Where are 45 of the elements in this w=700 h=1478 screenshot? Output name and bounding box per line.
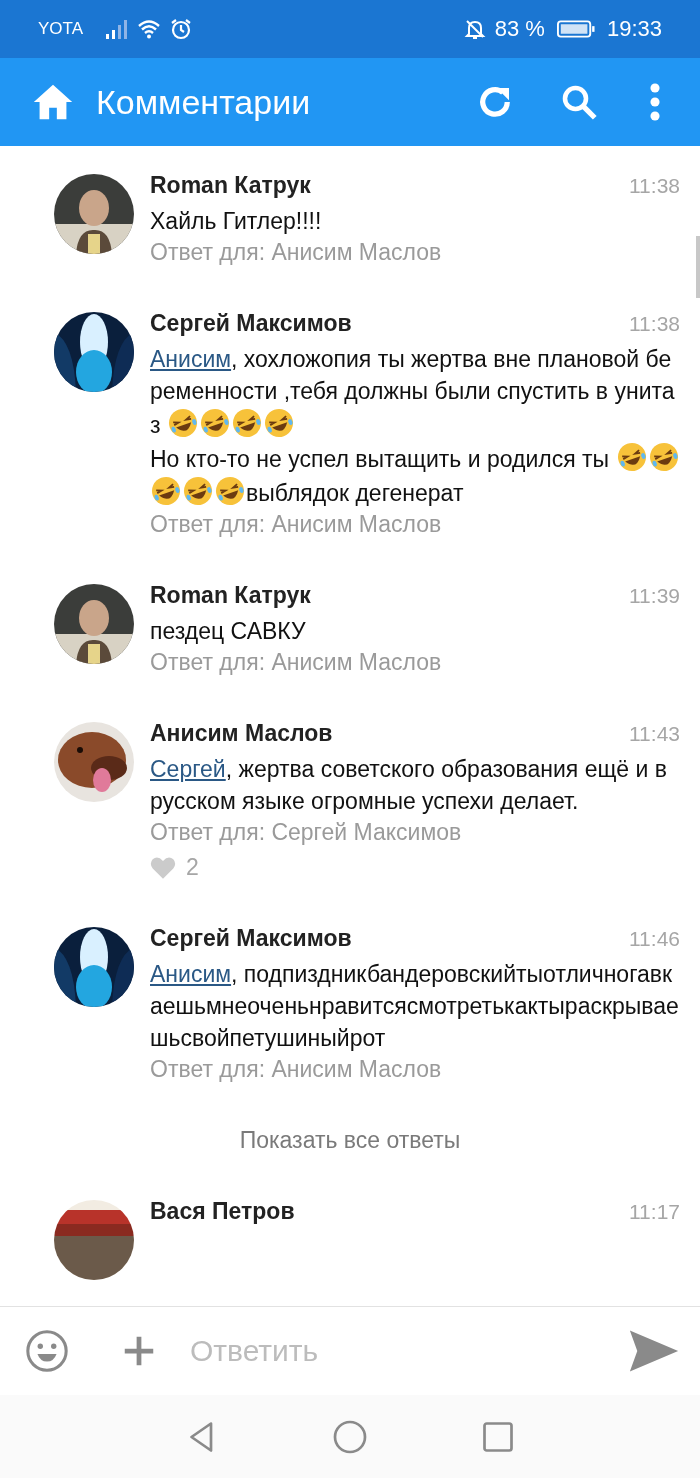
mention-link[interactable]: Анисим: [150, 961, 232, 987]
clock: 19:33: [606, 16, 662, 42]
scroll-bar: [696, 236, 700, 298]
battery-percent: 83 %: [494, 16, 545, 42]
comment-text: Хайль Гитлер!!!!: [150, 207, 323, 236]
comment-text: Анисим, подпиздникбандеровскийтыотличногавкаешьмнеоченьнравитсясмотретькактыраскрываешьсвойпетушиныйрот: [150, 960, 680, 1053]
laughing-face-icon: [262, 407, 295, 439]
author-name[interactable]: Сергей Максимов: [150, 310, 352, 337]
comment-time: 11:38: [629, 312, 680, 336]
laughing-face-icon: [198, 407, 231, 439]
comment-time: 11:39: [629, 584, 680, 608]
show-all-replies-link[interactable]: Показать все ответы: [239, 1127, 461, 1153]
like-count: 2: [186, 854, 199, 881]
laughing-face-icon: [182, 475, 214, 507]
mention-link[interactable]: Сергей: [150, 756, 226, 782]
comment-time: 11:17: [629, 1200, 680, 1224]
send-icon[interactable]: [628, 1328, 680, 1374]
laughing-face-icon: [214, 475, 246, 507]
author-name[interactable]: Сергей Максимов: [150, 925, 352, 952]
battery-icon: [556, 19, 595, 39]
signal-icon: [105, 18, 130, 40]
mention-link[interactable]: Анисим: [150, 346, 232, 372]
comment-text: Анисим, хохложопия ты жертва вне плановой беременности ,тебя должны были спустить в унитаз Но кто-то не успел вытащить и родился ты выблядок дегенерат: [150, 343, 680, 509]
author-name[interactable]: Roman Катрук: [150, 582, 311, 609]
wifi-icon: [137, 18, 162, 40]
comment-text: пездец САВКУ: [150, 617, 307, 646]
laughing-face-icon: [166, 407, 199, 439]
author-name[interactable]: Вася Петров: [150, 1198, 295, 1225]
author-name[interactable]: Анисим Маслов: [150, 720, 333, 747]
comment-time: 11:43: [629, 722, 680, 746]
laughing-face-icon: [230, 407, 263, 439]
smiley-icon[interactable]: [24, 1328, 70, 1374]
muted-bell-icon: [462, 18, 487, 40]
comment-text: Сергей, жертва советского образования ещё и в русском языке огромные успехи делает.: [150, 755, 668, 816]
screen-title: Комментарии: [96, 82, 311, 122]
comment-time: 11:38: [629, 174, 680, 198]
laughing-face-icon: [647, 441, 680, 473]
carrier-name: YOTA: [38, 19, 84, 39]
comment-time: 11:46: [629, 927, 680, 951]
laughing-face-icon: [615, 441, 648, 473]
laughing-face-icon: [150, 475, 182, 507]
reply-input-field[interactable]: Ответить: [188, 1333, 628, 1369]
more-options-icon[interactable]: [648, 81, 662, 123]
home-circle-icon[interactable]: [332, 1418, 368, 1455]
author-name[interactable]: Roman Катрук: [150, 172, 311, 199]
